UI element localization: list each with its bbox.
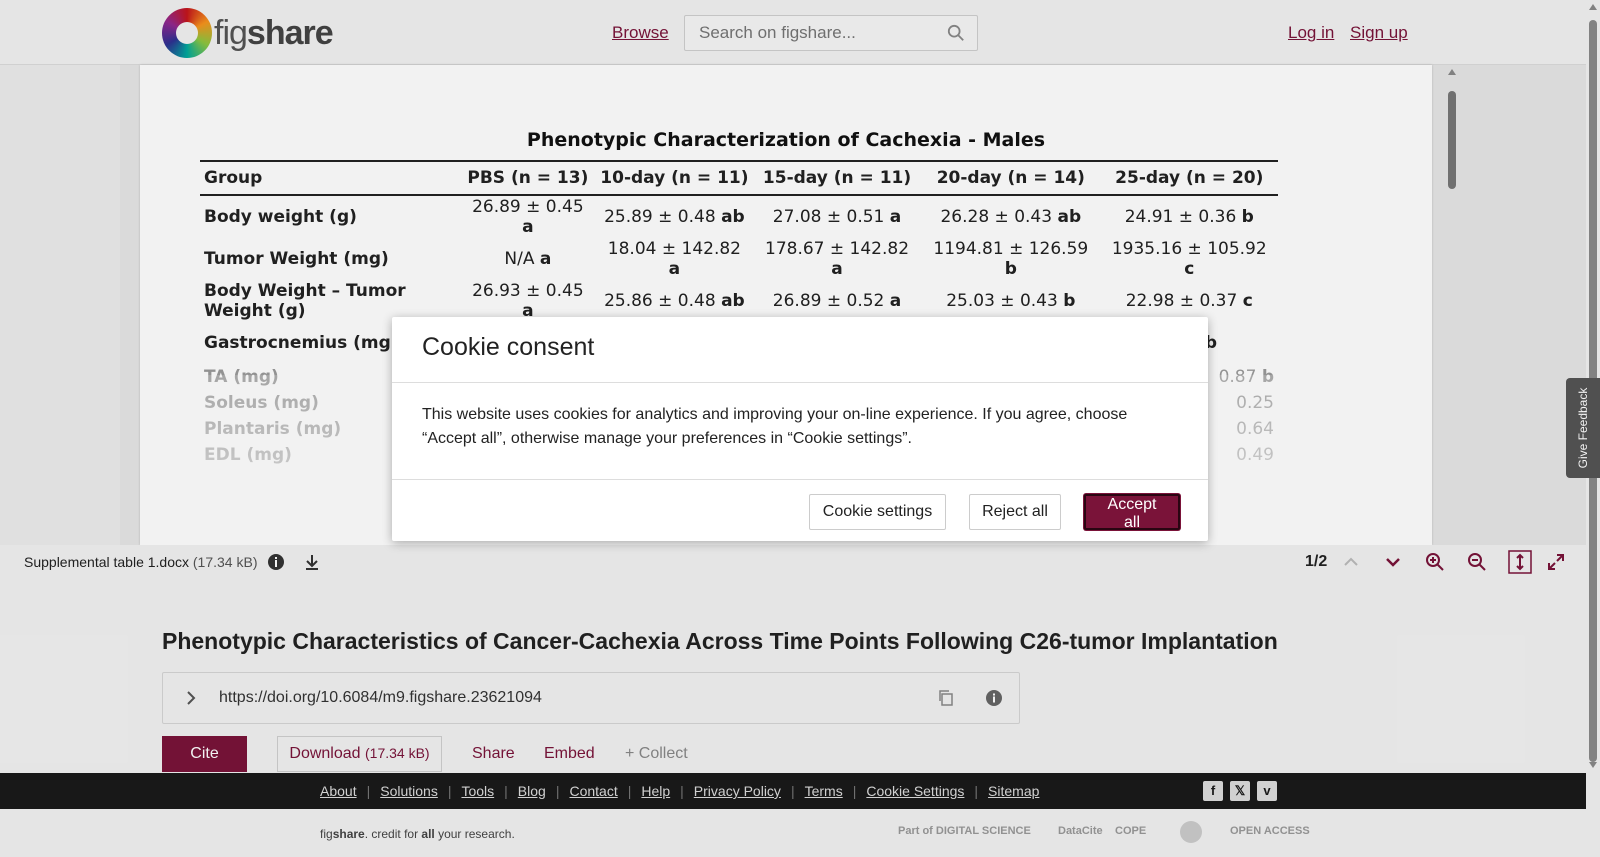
dialog-body: This website uses cookies for analytics … bbox=[422, 406, 1128, 447]
dialog-header: Cookie consent bbox=[392, 317, 1208, 383]
reject-all-button[interactable]: Reject all bbox=[969, 494, 1061, 530]
accept-all-button[interactable]: Accept all bbox=[1084, 494, 1180, 531]
cookie-settings-button[interactable]: Cookie settings bbox=[809, 494, 946, 530]
dialog-title: Cookie consent bbox=[422, 333, 595, 361]
cookie-consent-dialog: Cookie consent This website uses cookies… bbox=[392, 317, 1208, 541]
dialog-footer: Cookie settings Reject all Accept all bbox=[392, 479, 1208, 541]
